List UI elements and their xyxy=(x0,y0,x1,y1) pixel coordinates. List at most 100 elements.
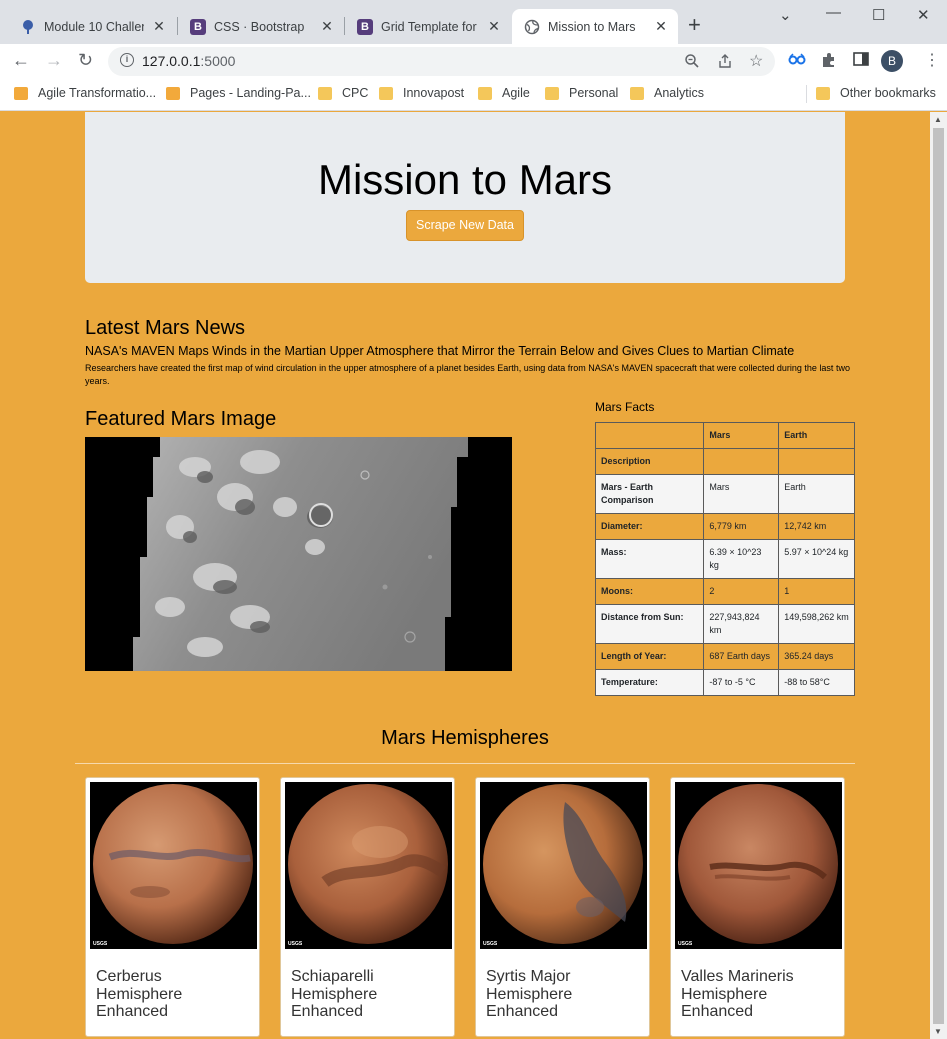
bookmark-pages-landing[interactable]: Pages - Landing-Pa... xyxy=(166,86,311,100)
tab-module-10[interactable]: Module 10 Challenge ✕ xyxy=(8,9,176,44)
url-host: 127.0.0.1 xyxy=(142,53,201,69)
side-panel-icon[interactable] xyxy=(853,52,869,70)
close-icon[interactable]: ✕ xyxy=(652,18,670,35)
bookmark-star-icon[interactable]: ☆ xyxy=(749,51,763,71)
new-tab-icon[interactable]: + xyxy=(688,14,701,36)
mars-value xyxy=(703,448,780,475)
hemisphere-title[interactable]: Schiaparelli Hemisphere Enhanced xyxy=(291,968,446,1021)
extension-glasses-icon[interactable] xyxy=(788,52,806,70)
browser-toolbar: ← → ↻ i 127.0.0.1:5000 ☆ B ⋮ xyxy=(0,44,947,79)
bookmark-label: Other bookmarks xyxy=(840,86,936,100)
table-row: Length of Year: 687 Earth days 365.24 da… xyxy=(594,643,855,670)
url-port: :5000 xyxy=(200,53,236,69)
mars-value: 6.39 × 10^23 kg xyxy=(703,539,780,579)
close-icon[interactable]: ✕ xyxy=(150,18,168,35)
usgs-logo: USGS xyxy=(483,941,498,947)
tab-strip: Module 10 Challenge ✕ B CSS · Bootstrap … xyxy=(0,0,947,44)
close-icon[interactable]: ✕ xyxy=(485,18,503,35)
profile-avatar[interactable]: B xyxy=(881,50,903,72)
hemisphere-card-cerberus[interactable]: USGS Cerberus Hemisphere Enhanced xyxy=(85,777,260,1037)
hemisphere-image[interactable]: USGS xyxy=(675,782,842,949)
bookmark-folder-agile[interactable]: Agile xyxy=(478,86,530,100)
table-header-row: Mars Earth xyxy=(594,422,855,449)
news-paragraph: Researchers have created the first map o… xyxy=(85,363,850,386)
earth-value: 365.24 days xyxy=(778,643,855,670)
info-icon[interactable]: i xyxy=(120,53,134,67)
scrape-new-data-button[interactable]: Scrape New Data xyxy=(406,210,524,241)
share-icon[interactable] xyxy=(717,53,733,72)
row-label: Mars - Earth Comparison xyxy=(594,474,705,514)
tab-title: Grid Template for Bootstrap xyxy=(381,19,479,34)
hemisphere-title[interactable]: Valles Marineris Hemisphere Enhanced xyxy=(681,968,836,1021)
minimize-icon[interactable]: — xyxy=(826,4,841,21)
hemispheres-divider xyxy=(75,763,855,764)
bookmark-folder-analytics[interactable]: Analytics xyxy=(630,86,704,100)
tab-mission-to-mars[interactable]: Mission to Mars ✕ xyxy=(512,9,678,44)
row-label: Diameter: xyxy=(594,513,705,540)
hemisphere-card-schiaparelli[interactable]: USGS Schiaparelli Hemisphere Enhanced xyxy=(280,777,455,1037)
mars-value: Mars xyxy=(703,474,780,514)
usgs-logo: USGS xyxy=(288,941,303,947)
tab-grid-template[interactable]: B Grid Template for Bootstrap ✕ xyxy=(345,9,511,44)
hemisphere-card-valles-marineris[interactable]: USGS Valles Marineris Hemisphere Enhance… xyxy=(670,777,845,1037)
usgs-logo: USGS xyxy=(678,941,693,947)
hemisphere-image[interactable]: USGS xyxy=(480,782,647,949)
bookmark-folder-cpc[interactable]: CPC xyxy=(318,86,368,100)
tab-title: Module 10 Challenge xyxy=(44,19,144,34)
table-row: Moons: 2 1 xyxy=(594,578,855,605)
forward-icon[interactable]: → xyxy=(45,50,63,71)
hemisphere-title[interactable]: Syrtis Major Hemisphere Enhanced xyxy=(486,968,641,1021)
hemisphere-card-syrtis-major[interactable]: USGS Syrtis Major Hemisphere Enhanced xyxy=(475,777,650,1037)
earth-value xyxy=(778,448,855,475)
tree-icon xyxy=(20,19,36,35)
back-icon[interactable]: ← xyxy=(12,50,30,71)
bookmark-folder-personal[interactable]: Personal xyxy=(545,86,618,100)
table-row: Mass: 6.39 × 10^23 kg 5.97 × 10^24 kg xyxy=(594,539,855,579)
scroll-up-icon[interactable]: ▲ xyxy=(934,115,942,124)
row-label: Description xyxy=(594,448,705,475)
folder-icon xyxy=(379,86,393,100)
bookmark-label: Agile xyxy=(502,86,530,100)
hemisphere-title[interactable]: Cerberus Hemisphere Enhanced xyxy=(96,968,251,1021)
page-title: Mission to Mars xyxy=(317,156,613,203)
hemisphere-image[interactable]: USGS xyxy=(285,782,452,949)
extensions-puzzle-icon[interactable] xyxy=(821,52,837,72)
folder-icon xyxy=(630,86,644,100)
bookmarks-bar: Agile Transformatio... Pages - Landing-P… xyxy=(0,79,947,111)
menu-kebab-icon[interactable]: ⋮ xyxy=(924,50,940,70)
page-scrollbar[interactable]: ▲ ▼ xyxy=(930,112,947,1039)
featured-mars-image[interactable] xyxy=(85,437,512,671)
zoom-icon[interactable] xyxy=(684,53,700,72)
maximize-icon[interactable]: ☐ xyxy=(872,6,885,24)
hemisphere-image[interactable]: USGS xyxy=(90,782,257,949)
tab-css-bootstrap[interactable]: B CSS · Bootstrap ✕ xyxy=(178,9,344,44)
reload-icon[interactable]: ↻ xyxy=(78,50,93,71)
mars-facts-table: Mars Earth Description Mars - Earth Comp… xyxy=(594,422,855,696)
folder-icon xyxy=(816,86,830,100)
tab-search-chevron-icon[interactable]: ⌄ xyxy=(779,6,792,24)
featured-image-heading: Featured Mars Image xyxy=(85,408,277,430)
earth-value: 1 xyxy=(778,578,855,605)
scrollbar-thumb[interactable] xyxy=(933,128,944,1024)
table-row: Diameter: 6,779 km 12,742 km xyxy=(594,513,855,540)
news-title: NASA's MAVEN Maps Winds in the Martian U… xyxy=(85,344,795,358)
bookmark-agile-transformation[interactable]: Agile Transformatio... xyxy=(14,86,156,100)
mars-facts-heading: Mars Facts xyxy=(595,400,655,414)
bookmark-other-bookmarks[interactable]: Other bookmarks xyxy=(816,86,936,100)
app-icon xyxy=(166,86,180,100)
earth-value: 12,742 km xyxy=(778,513,855,540)
latest-news-heading: Latest Mars News xyxy=(85,317,246,339)
window-close-icon[interactable]: ✕ xyxy=(917,6,930,24)
close-icon[interactable]: ✕ xyxy=(318,18,336,35)
url-text: 127.0.0.1:5000 xyxy=(142,53,235,69)
table-header-cell: Earth xyxy=(778,422,855,449)
mars-value: 227,943,824 km xyxy=(703,604,780,644)
mars-value: 687 Earth days xyxy=(703,643,780,670)
scroll-down-icon[interactable]: ▼ xyxy=(934,1027,942,1036)
usgs-logo: USGS xyxy=(93,941,108,947)
folder-icon xyxy=(318,86,332,100)
mars-value: 2 xyxy=(703,578,780,605)
bookmark-folder-innovapost[interactable]: Innovapost xyxy=(379,86,464,100)
bookmark-label: Innovapost xyxy=(403,86,465,100)
address-bar[interactable]: i 127.0.0.1:5000 ☆ xyxy=(108,47,775,76)
